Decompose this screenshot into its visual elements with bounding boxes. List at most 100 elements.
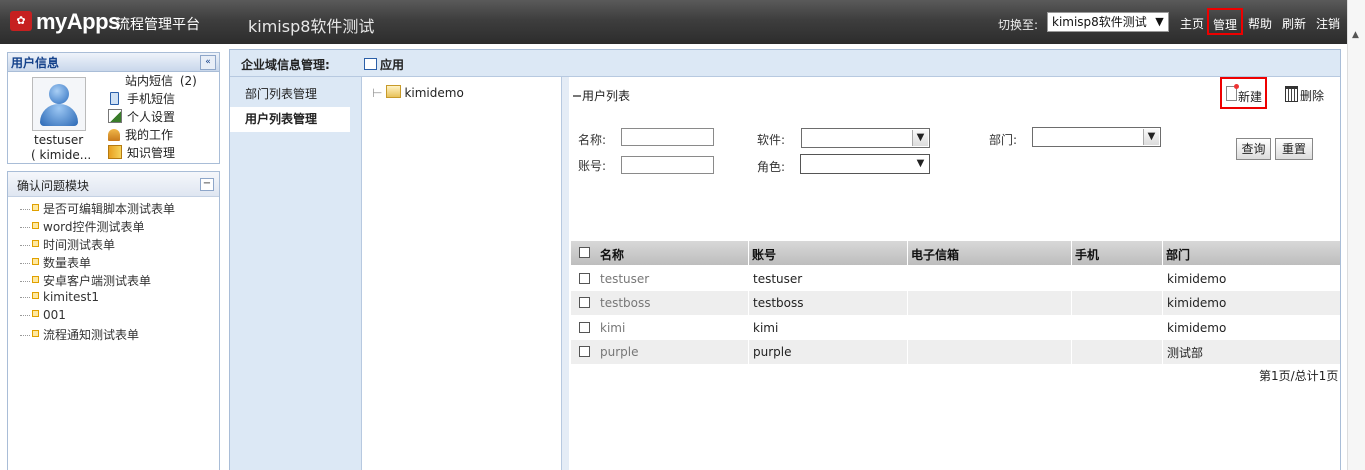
module-item[interactable]: 时间测试表单 (20, 236, 115, 253)
user-name: testuser (34, 133, 84, 147)
module-item-label: 数量表单 (43, 256, 92, 270)
role-filter-label: 角色: (757, 160, 786, 174)
module-item[interactable]: word控件测试表单 (20, 218, 145, 235)
dept-filter-label: 部门: (989, 133, 1018, 147)
cell-name[interactable]: kimi (600, 321, 625, 335)
column-divider (1162, 241, 1163, 265)
cell-account: testuser (753, 272, 803, 286)
subnav-user-list[interactable]: 用户列表管理 (230, 107, 350, 132)
tab-application[interactable]: 应用 (364, 56, 404, 73)
account-filter-label: 账号: (578, 159, 607, 173)
app-switch-select[interactable]: kimisp8软件测试 ▼ (1047, 12, 1169, 32)
top-header: ✿ myApps 流程管理平台 kimisp8软件测试 切换至: kimisp8… (0, 0, 1365, 44)
select-all-checkbox[interactable] (579, 247, 590, 258)
module-panel-header: 确认问题模块 − (8, 172, 219, 197)
folder-icon (386, 85, 402, 98)
vertical-scrollbar[interactable]: ▲ (1347, 0, 1365, 470)
scroll-up-arrow-icon[interactable]: ▲ (1352, 30, 1359, 40)
menu-mobile-sms-label: 手机短信 (127, 92, 176, 106)
list-title: 用户列表 (573, 87, 630, 104)
cell-account: testboss (753, 296, 804, 310)
chevron-down-icon: ▼ (912, 130, 928, 146)
module-item[interactable]: 是否可编辑脚本测试表单 (20, 200, 175, 217)
table-row[interactable]: testboss testboss kimidemo (571, 291, 1340, 315)
software-filter-select[interactable]: ▼ (801, 128, 930, 148)
row-checkbox[interactable] (579, 297, 590, 308)
col-header-name[interactable]: 名称 (600, 246, 624, 263)
cell-name[interactable]: testuser (600, 272, 649, 286)
col-header-mobile[interactable]: 手机 (1075, 246, 1099, 263)
module-item[interactable]: 安卓客户端测试表单 (20, 272, 151, 289)
new-user-button[interactable]: 新建 (1220, 77, 1267, 109)
edit-icon (108, 109, 122, 123)
menu-internal-sms[interactable]: 站内短信 (2) (125, 72, 197, 89)
module-item-label: 流程通知测试表单 (43, 328, 140, 342)
module-item-label: 安卓客户端测试表单 (43, 274, 152, 288)
app-title: kimisp8软件测试 (248, 17, 375, 36)
app-switch-value: kimisp8软件测试 (1052, 15, 1147, 29)
col-header-email[interactable]: 电子信箱 (911, 246, 959, 263)
user-info-panel: 用户信息 « testuser ( kimide... 站内短信 (2) 手机短… (7, 52, 220, 164)
module-item-label: 001 (43, 308, 66, 322)
cell-name[interactable]: testboss (600, 296, 651, 310)
module-panel: 确认问题模块 − 是否可编辑脚本测试表单 word控件测试表单 时间测试表单 数… (7, 171, 220, 470)
nav-logout-link[interactable]: 注销 (1316, 15, 1340, 32)
main-panel: 企业域信息管理: 应用 部门列表管理 用户列表管理 ⊢ kimidemo 用户列表… (229, 49, 1341, 470)
column-divider (907, 291, 908, 315)
query-button[interactable]: 查询 (1236, 138, 1271, 160)
row-checkbox[interactable] (579, 322, 590, 333)
module-item[interactable]: 001 (20, 308, 66, 322)
module-item[interactable]: 数量表单 (20, 254, 91, 271)
module-item[interactable]: 流程通知测试表单 (20, 326, 139, 343)
chevron-down-icon: ▼ (916, 158, 925, 169)
mobile-icon (110, 92, 119, 105)
tree-node-root[interactable]: ⊢ kimidemo (372, 85, 464, 100)
menu-my-work[interactable]: 我的工作 (108, 126, 173, 143)
nav-help-link[interactable]: 帮助 (1248, 15, 1272, 32)
nav-home-link[interactable]: 主页 (1180, 15, 1204, 32)
collapse-module-button[interactable]: − (200, 178, 214, 191)
col-header-account[interactable]: 账号 (752, 246, 776, 263)
role-filter-select[interactable]: ▼ (800, 154, 930, 174)
dept-filter-select[interactable]: ▼ (1032, 127, 1161, 147)
avatar (32, 77, 86, 131)
nav-refresh-link[interactable]: 刷新 (1282, 15, 1306, 32)
row-checkbox[interactable] (579, 273, 590, 284)
cell-dept: kimidemo (1167, 296, 1227, 310)
module-item-label: word控件测试表单 (43, 220, 145, 234)
delete-label: 删除 (1300, 89, 1325, 103)
module-item-label: 是否可编辑脚本测试表单 (43, 202, 176, 216)
minus-icon (573, 95, 581, 97)
menu-personal-settings[interactable]: 个人设置 (108, 108, 175, 125)
cell-name[interactable]: purple (600, 345, 639, 359)
menu-knowledge[interactable]: 知识管理 (108, 144, 175, 161)
account-filter-input[interactable] (621, 156, 714, 174)
table-row[interactable]: kimi kimi kimidemo (571, 316, 1340, 340)
subnav-dept-list[interactable]: 部门列表管理 (230, 82, 350, 107)
cell-account: kimi (753, 321, 779, 335)
pagination-info: 第1页/总计1页 (1259, 369, 1339, 383)
table-row[interactable]: purple purple 测试部 (571, 340, 1340, 364)
table-row[interactable]: testuser testuser kimidemo (571, 267, 1340, 291)
menu-personal-settings-label: 个人设置 (127, 110, 176, 124)
module-item[interactable]: kimitest1 (20, 290, 99, 304)
tree-expander-icon: ⊢ (372, 86, 383, 100)
nav-manage-link[interactable]: 管理 (1207, 8, 1243, 35)
delete-button[interactable]: 删除 (1285, 86, 1324, 104)
table-header: 名称 账号 电子信箱 手机 部门 (571, 241, 1340, 265)
collapse-sidebar-button[interactable]: « (200, 55, 216, 70)
reset-button[interactable]: 重置 (1275, 138, 1313, 160)
logo-subtitle: 流程管理平台 (116, 17, 200, 33)
col-header-dept[interactable]: 部门 (1166, 246, 1190, 263)
column-divider (1071, 291, 1072, 315)
column-divider (748, 291, 749, 315)
list-title-text: 用户列表 (582, 89, 631, 103)
column-divider (1162, 291, 1163, 315)
chevron-down-icon: ▼ (1143, 129, 1159, 145)
module-panel-title: 确认问题模块 (17, 179, 90, 193)
name-filter-input[interactable] (621, 128, 714, 146)
user-domain: ( kimide... (31, 148, 92, 162)
column-divider (907, 340, 908, 364)
menu-mobile-sms[interactable]: 手机短信 (108, 90, 175, 107)
row-checkbox[interactable] (579, 346, 590, 357)
